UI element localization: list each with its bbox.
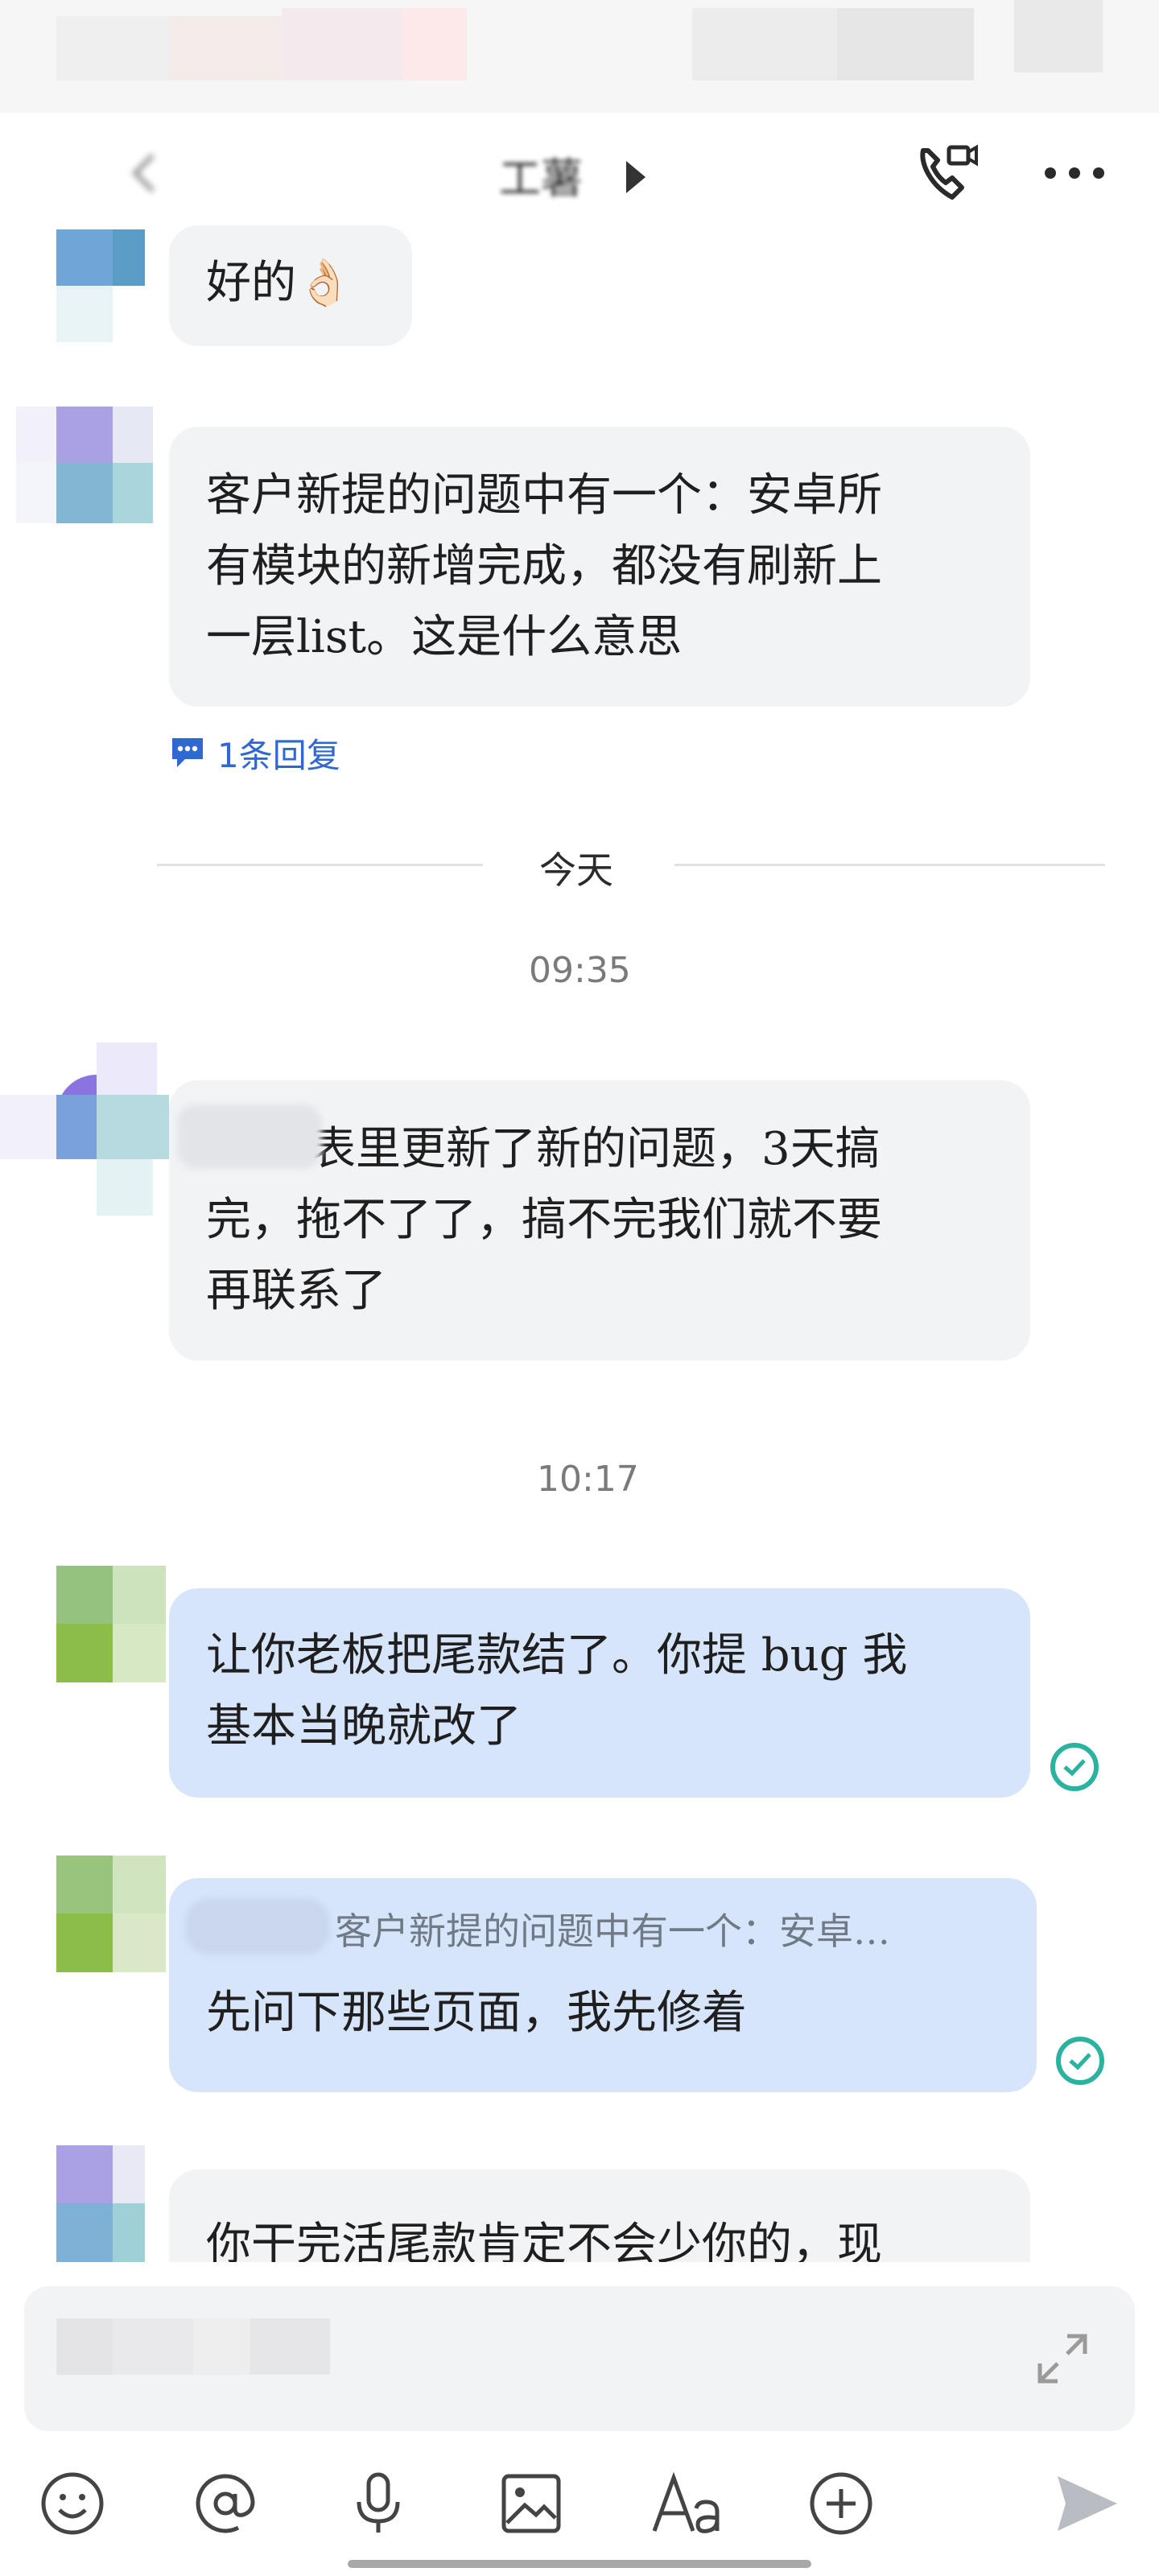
avatar[interactable] bbox=[56, 2145, 145, 2262]
message-bubble[interactable]: 表里更新了新的问题，3天搞 完，拖不了了，搞不完我们就不要 再联系了 bbox=[169, 1080, 1030, 1360]
back-icon[interactable] bbox=[121, 149, 169, 197]
mention-blur bbox=[177, 1104, 322, 1169]
composer-toolbar bbox=[0, 2431, 1159, 2576]
date-separator: 今天 bbox=[539, 848, 613, 892]
message-text: 表里更新了新的问题，3天搞 完，拖不了了，搞不完我们就不要 再联系了 bbox=[206, 1123, 882, 1317]
mention-icon[interactable] bbox=[189, 2467, 262, 2540]
avatar[interactable] bbox=[0, 1042, 193, 1216]
message-text: 让你老板把尾款结了。你提 bug 我 基本当晚就改了 bbox=[206, 1629, 908, 1752]
read-check-icon bbox=[1050, 1743, 1099, 1791]
chevron-right-icon bbox=[620, 157, 652, 200]
status-bar bbox=[0, 0, 1159, 113]
divider bbox=[157, 864, 483, 866]
avatar[interactable] bbox=[56, 1856, 166, 1972]
send-icon[interactable] bbox=[1050, 2467, 1123, 2540]
chat-title[interactable]: 工薯 bbox=[499, 145, 583, 205]
message-bubble[interactable]: 客户新提的问题中有一个：安卓… 先问下那些页面，我先修着 bbox=[169, 1878, 1037, 2092]
reply-thread-link[interactable]: 1条回复 bbox=[169, 729, 340, 778]
image-icon[interactable] bbox=[495, 2467, 567, 2540]
more-dots-icon[interactable] bbox=[1038, 153, 1111, 193]
message-bubble[interactable]: 让你老板把尾款结了。你提 bug 我 基本当晚就改了 bbox=[169, 1588, 1030, 1798]
message-text: 好的👌🏻 bbox=[206, 257, 353, 309]
read-check-icon bbox=[1056, 2037, 1104, 2085]
divider bbox=[674, 864, 1105, 866]
text-format-icon[interactable] bbox=[648, 2467, 728, 2540]
avatar[interactable] bbox=[56, 229, 145, 342]
quote-author-blur bbox=[185, 1898, 330, 1955]
message-input[interactable] bbox=[24, 2286, 1135, 2431]
message-bubble[interactable]: 客户新提的问题中有一个：安卓所 有模块的新增完成，都没有刷新上 一层list。这… bbox=[169, 427, 1030, 707]
timestamp: 10:17 bbox=[537, 1459, 639, 1500]
avatar[interactable] bbox=[16, 407, 153, 523]
message-bubble[interactable]: 好的👌🏻 bbox=[169, 225, 412, 346]
timestamp: 09:35 bbox=[529, 950, 631, 991]
add-icon[interactable] bbox=[805, 2467, 877, 2540]
reply-count: 1条回复 bbox=[217, 736, 340, 775]
emoji-icon[interactable] bbox=[36, 2467, 109, 2540]
microphone-icon[interactable] bbox=[342, 2467, 415, 2540]
message-text: 客户新提的问题中有一个：安卓所 有模块的新增完成，都没有刷新上 一层list。这… bbox=[206, 469, 882, 663]
home-indicator[interactable] bbox=[348, 2560, 811, 2568]
avatar[interactable] bbox=[56, 1566, 166, 1682]
comment-icon bbox=[169, 733, 206, 774]
video-call-icon[interactable] bbox=[909, 137, 982, 209]
expand-icon[interactable] bbox=[1030, 2326, 1095, 2391]
message-text: 先问下那些页面，我先修着 bbox=[206, 1987, 747, 2039]
quoted-message[interactable]: 客户新提的问题中有一个：安卓… bbox=[335, 1902, 1000, 1960]
